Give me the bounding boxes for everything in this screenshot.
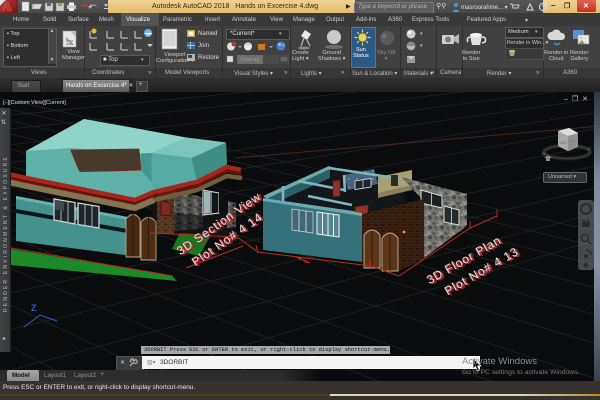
svg-text:E: E [588, 146, 591, 151]
svg-text:LEF: LEF [560, 141, 568, 145]
svg-text:W: W [542, 151, 546, 156]
svg-text:FR: FR [570, 140, 575, 144]
svg-text:?: ? [541, 4, 545, 11]
svg-text:Z: Z [31, 303, 37, 313]
